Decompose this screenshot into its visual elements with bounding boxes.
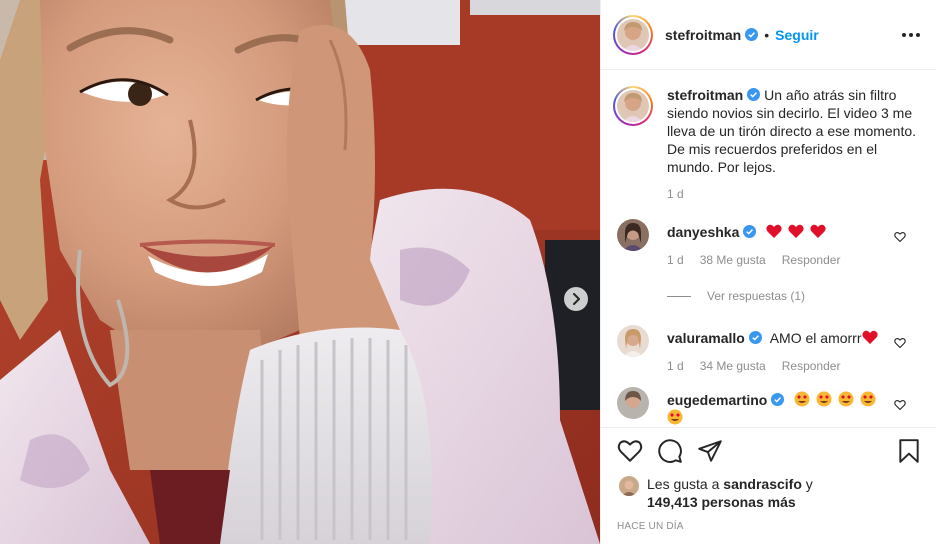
verified-icon (743, 225, 757, 238)
heart-eyes-emoji-icon (794, 391, 810, 407)
comment-time[interactable]: 1 d (667, 253, 684, 267)
liker-username[interactable]: sandrascifo (723, 476, 802, 492)
post-date[interactable]: Hace un día (601, 511, 936, 544)
heart-eyes-emoji-icon (860, 391, 876, 407)
more-icon[interactable] (902, 27, 920, 43)
commenter-username[interactable]: danyeshka (667, 224, 739, 240)
heart-eyes-emoji-icon (667, 409, 683, 425)
comment-icon[interactable] (657, 438, 683, 464)
comment-item: eugedemartino (613, 387, 920, 427)
commenter-username[interactable]: valuramallo (667, 330, 745, 346)
heart-eyes-emoji-icon (816, 391, 832, 407)
verified-icon (771, 393, 785, 406)
comment-likes[interactable]: 34 Me gusta (700, 359, 766, 373)
avatar-image (617, 18, 649, 51)
comment-item: danyeshka 1 d 38 Me gusta Responder (613, 219, 920, 267)
post-side-panel: stefroitman • Seguir stefroitman Un año … (600, 0, 936, 544)
caption-username[interactable]: stefroitman (667, 87, 743, 103)
comment-meta: 1 d 34 Me gusta Responder (667, 359, 887, 373)
commenter-avatar[interactable] (617, 219, 649, 251)
verified-icon (748, 331, 762, 344)
commenter-avatar[interactable] (617, 325, 649, 357)
likes-summary: Les gusta a sandrascifo y 149,413 person… (601, 473, 936, 511)
verified-icon (747, 88, 761, 101)
header-separator: • (764, 26, 770, 43)
comment-likes[interactable]: 38 Me gusta (700, 253, 766, 267)
heart-emoji-icon (810, 224, 826, 238)
heart-icon[interactable] (617, 438, 643, 464)
likes-count[interactable]: 149,413 personas más (647, 494, 796, 510)
likes-connector: y (805, 476, 813, 492)
heart-icon[interactable] (894, 231, 906, 243)
heart-emoji-icon (788, 224, 804, 238)
chevron-right-icon (573, 293, 580, 305)
avatar-image (617, 90, 649, 122)
view-replies-button[interactable]: Ver respuestas (1) (667, 289, 920, 303)
commenter-username[interactable]: eugedemartino (667, 392, 767, 408)
comment-item: valuramallo AMO el amorrr 1 d 34 Me gust… (613, 325, 920, 373)
share-icon[interactable] (697, 438, 723, 464)
reply-button[interactable]: Responder (782, 253, 841, 267)
follow-button[interactable]: Seguir (775, 27, 819, 43)
next-photo-button[interactable] (564, 287, 588, 311)
heart-emoji-icon (861, 330, 878, 344)
caption-time[interactable]: 1 d (667, 187, 920, 201)
likes-text: Les gusta a sandrascifo y 149,413 person… (647, 475, 813, 511)
author-avatar[interactable] (613, 14, 653, 55)
instagram-post: stefroitman • Seguir stefroitman Un año … (0, 0, 936, 544)
post-caption: stefroitman Un año atrás sin filtro sien… (613, 86, 920, 176)
comment-meta: 1 d 38 Me gusta Responder (667, 253, 887, 267)
save-icon[interactable] (896, 438, 922, 464)
post-header: stefroitman • Seguir (601, 0, 936, 70)
caption-avatar[interactable] (613, 86, 653, 126)
view-replies-label: Ver respuestas (1) (707, 289, 806, 303)
post-photo[interactable] (0, 0, 600, 544)
heart-eyes-emoji-icon (838, 391, 854, 407)
comment-time[interactable]: 1 d (667, 359, 684, 373)
comment-text: AMO el amorrr (769, 330, 862, 346)
liker-avatar[interactable] (619, 476, 639, 496)
commenter-avatar[interactable] (617, 387, 649, 419)
heart-icon[interactable] (894, 337, 906, 349)
heart-emoji-icon (766, 224, 782, 238)
heart-icon[interactable] (894, 399, 906, 411)
comments-list[interactable]: stefroitman Un año atrás sin filtro sien… (601, 70, 936, 427)
verified-icon (745, 28, 759, 41)
action-bar (601, 427, 936, 473)
likes-prefix: Les gusta a (647, 476, 720, 492)
reply-button[interactable]: Responder (782, 359, 841, 373)
caption-text: stefroitman Un año atrás sin filtro sien… (667, 86, 917, 176)
replies-divider (667, 295, 691, 297)
author-username[interactable]: stefroitman (665, 27, 741, 43)
selfie-photo (0, 0, 600, 544)
comment-emojis (766, 224, 828, 240)
